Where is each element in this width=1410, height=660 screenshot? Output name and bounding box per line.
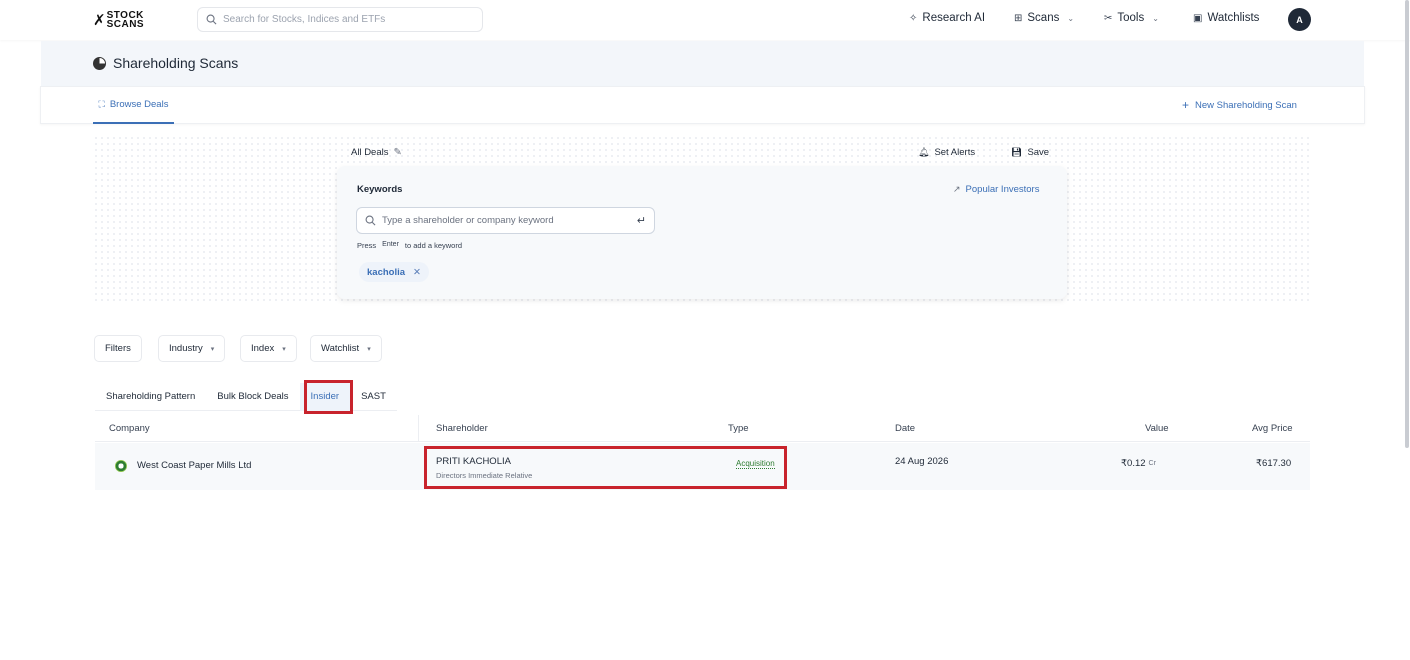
new-scan-label: New Shareholding Scan: [1195, 99, 1297, 111]
logo-text: STOCK SCANS: [106, 11, 145, 30]
avg-price: ₹617.30: [1256, 458, 1292, 469]
keyword-field[interactable]: ↵: [356, 207, 655, 234]
nav-research-ai-label: Research AI: [922, 12, 986, 24]
global-search-input[interactable]: [223, 14, 463, 25]
popular-investors-link[interactable]: ↗ Popular Investors: [953, 184, 1039, 195]
plus-icon: +: [1182, 98, 1190, 112]
scan-icon: ⛶: [98, 98, 105, 109]
nav-tools[interactable]: ✂ Tools ⌄: [1104, 12, 1159, 24]
sparkle-icon: ✧: [909, 12, 918, 24]
header-band: [41, 41, 1364, 86]
pie-chart-icon: [93, 56, 106, 70]
chevron-down-icon: ⌄: [1152, 13, 1159, 23]
hint-key: Enter: [382, 241, 399, 248]
save-button[interactable]: 💾︎ Save: [1011, 147, 1049, 158]
column-company[interactable]: Company: [109, 423, 150, 434]
save-icon: 💾︎: [1011, 147, 1023, 157]
subtab-bar: [40, 86, 1365, 124]
chevron-down-icon: ▾: [210, 345, 215, 353]
deal-value: ₹0.12 Cr: [1121, 458, 1156, 469]
keyword-chip[interactable]: kacholia ✕: [359, 262, 429, 282]
column-date[interactable]: Date: [895, 423, 915, 434]
column-shareholder[interactable]: Shareholder: [436, 423, 488, 434]
nav-scans-label: Scans: [1027, 12, 1060, 24]
industry-dropdown[interactable]: Industry ▾: [158, 335, 226, 362]
nav-research-ai[interactable]: ✧ Research AI: [909, 12, 985, 24]
watchlist-label: Watchlist: [321, 343, 360, 354]
column-avg-price[interactable]: Avg Price: [1252, 423, 1292, 434]
trending-icon: ↗: [953, 184, 961, 194]
nav-watchlists-label: Watchlists: [1207, 12, 1260, 24]
watchlist-dropdown[interactable]: Watchlist ▾: [310, 335, 382, 362]
highlight-box-row: [424, 446, 787, 489]
new-shareholding-scan-button[interactable]: + New Shareholding Scan: [1182, 98, 1297, 112]
edit-icon[interactable]: ✎: [394, 147, 402, 158]
search-icon: [206, 14, 217, 25]
set-alerts-button[interactable]: 🔔︎ Set Alerts: [918, 147, 975, 158]
deal-value-text: ₹0.12: [1121, 458, 1146, 469]
save-label: Save: [1027, 147, 1050, 158]
nav-tools-label: Tools: [1117, 12, 1145, 24]
chevron-down-icon: ▾: [367, 345, 371, 353]
tab-browse-deals[interactable]: ⛶ Browse Deals: [93, 86, 174, 124]
tab-browse-deals-label: Browse Deals: [109, 98, 169, 110]
page-title: Shareholding Scans: [93, 55, 238, 71]
logo-line2: SCANS: [106, 19, 145, 30]
page-scrollbar[interactable]: [1405, 0, 1409, 448]
tools-icon: ✂: [1104, 12, 1113, 24]
company-name[interactable]: West Coast Paper Mills Ltd: [137, 460, 251, 471]
global-search[interactable]: [197, 7, 483, 32]
set-alerts-label: Set Alerts: [934, 147, 976, 158]
tab-sast[interactable]: SAST: [350, 383, 397, 411]
popular-investors-label: Popular Investors: [965, 184, 1040, 195]
table-header: Company Shareholder Type Date Value Avg …: [95, 415, 1310, 442]
industry-label: Industry: [169, 343, 203, 354]
hint-press: Press: [357, 241, 377, 250]
hint-rest: to add a keyword: [404, 241, 463, 250]
keywords-label: Keywords: [357, 184, 403, 195]
all-deals-title[interactable]: All Deals ✎: [351, 147, 402, 158]
column-value[interactable]: Value: [1145, 423, 1169, 434]
enter-icon[interactable]: ↵: [637, 214, 646, 227]
filters-label: Filters: [105, 343, 131, 354]
tab-bulk-block-deals[interactable]: Bulk Block Deals: [206, 383, 299, 411]
column-type[interactable]: Type: [728, 423, 749, 434]
search-icon: [365, 215, 376, 226]
highlight-box-insider-tab: [304, 380, 353, 414]
index-dropdown[interactable]: Index ▾: [240, 335, 297, 362]
index-label: Index: [251, 343, 275, 354]
chevron-down-icon: ▾: [282, 345, 286, 353]
chevron-down-icon: ⌄: [1067, 13, 1075, 23]
nav-scans[interactable]: ⊞ Scans ⌄: [1014, 12, 1074, 24]
company-logo-icon: [115, 460, 127, 472]
page-title-text: Shareholding Scans: [113, 55, 239, 71]
filters-button[interactable]: Filters: [94, 335, 142, 362]
column-divider: [418, 415, 419, 442]
nav-watchlists[interactable]: ▣ Watchlists: [1193, 12, 1259, 24]
logo[interactable]: ✗ STOCK SCANS: [93, 9, 144, 31]
tab-shareholding-pattern[interactable]: Shareholding Pattern: [95, 383, 206, 411]
crore-icon: Cr: [1148, 460, 1156, 467]
keyword-chip-label: kacholia: [367, 266, 406, 278]
top-nav: ✗ STOCK SCANS ✧ Research AI ⊞ Scans ⌄ ✂ …: [0, 0, 1410, 40]
avatar[interactable]: A: [1288, 8, 1311, 31]
deal-date: 24 Aug 2026: [895, 456, 949, 467]
bookmark-icon: ▣: [1193, 12, 1203, 24]
logo-mark-icon: ✗: [93, 11, 106, 29]
bell-icon: 🔔︎: [918, 147, 930, 157]
keyword-hint: Press Enter to add a keyword: [357, 241, 462, 250]
all-deals-label: All Deals: [351, 147, 389, 158]
keyword-input[interactable]: [382, 215, 631, 226]
grid-icon: ⊞: [1014, 12, 1023, 24]
close-icon[interactable]: ✕: [413, 267, 421, 278]
